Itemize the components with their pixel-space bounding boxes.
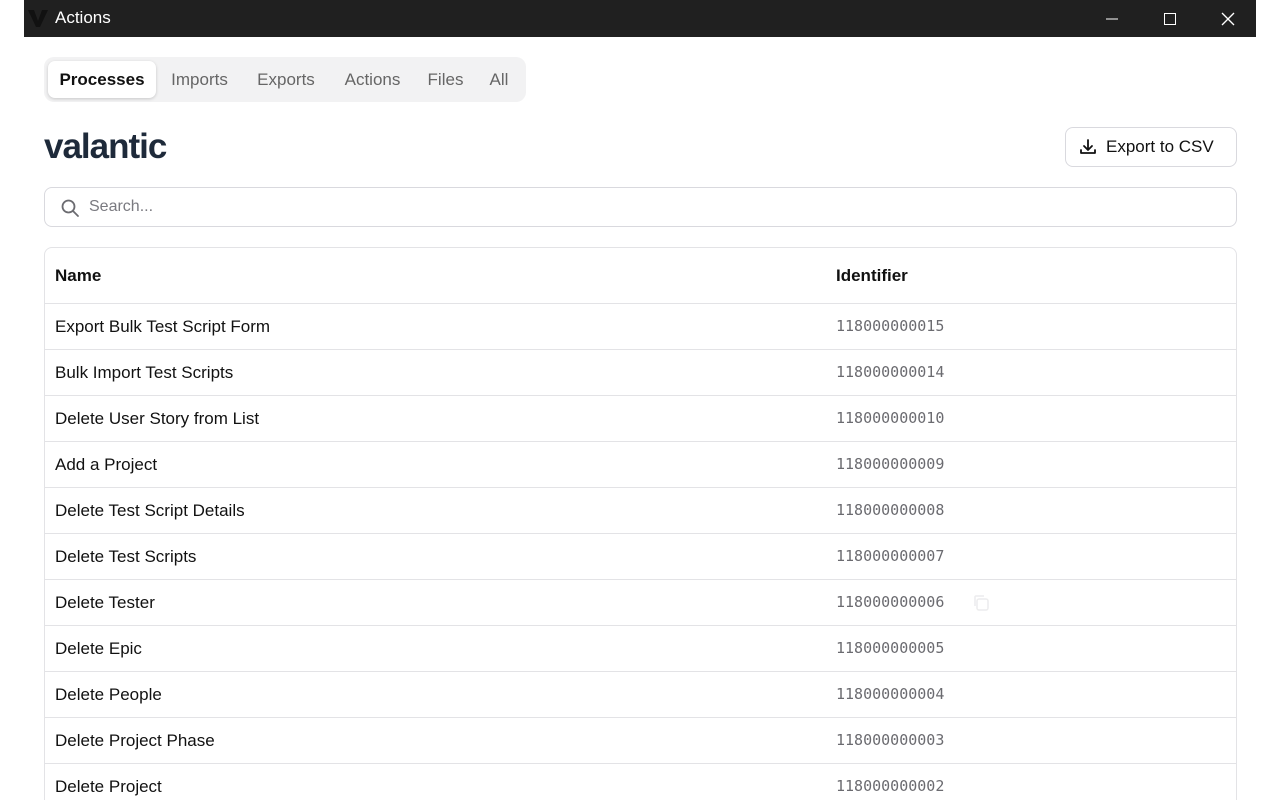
row-identifier: 118000000003: [836, 731, 945, 749]
row-identifier: 118000000002: [836, 777, 945, 795]
search-icon: [61, 199, 79, 217]
tab-exports[interactable]: Exports: [245, 61, 327, 98]
export-csv-button[interactable]: Export to CSV: [1065, 127, 1237, 167]
row-identifier: 118000000008: [836, 501, 945, 519]
table-row[interactable]: Delete Epic 118000000005: [45, 626, 1236, 672]
maximize-icon: [1164, 12, 1176, 25]
table-row[interactable]: Bulk Import Test Scripts 118000000014: [45, 350, 1236, 396]
table-row[interactable]: Delete Test Scripts 118000000007: [45, 534, 1236, 580]
row-identifier: 118000000014: [836, 363, 945, 381]
tab-actions[interactable]: Actions: [333, 61, 412, 98]
table-row[interactable]: Delete Test Script Details 118000000008: [45, 488, 1236, 534]
close-button[interactable]: [1199, 0, 1256, 37]
row-identifier: 118000000004: [836, 685, 945, 703]
minimize-icon: [1106, 18, 1118, 19]
valantic-v-logo: [28, 10, 48, 27]
tab-files[interactable]: Files: [418, 61, 473, 98]
close-icon: [1221, 12, 1235, 25]
tab-imports[interactable]: Imports: [160, 61, 239, 98]
table-row[interactable]: Delete Project Phase 118000000003: [45, 718, 1236, 764]
row-name: Export Bulk Test Script Form: [55, 317, 271, 336]
column-header-name: Name: [55, 266, 102, 285]
app-window: Actions Processes Imports Exports Action…: [24, 0, 1256, 800]
row-identifier: 118000000006: [836, 593, 945, 611]
title-bar: Actions: [24, 0, 1256, 37]
row-name: Delete Tester: [55, 593, 155, 612]
column-header-identifier: Identifier: [836, 266, 908, 285]
row-name: Add a Project: [55, 455, 158, 474]
table-row[interactable]: Export Bulk Test Script Form 11800000001…: [45, 304, 1236, 350]
row-name: Delete Epic: [55, 639, 142, 658]
export-csv-label: Export to CSV: [1106, 137, 1214, 156]
tab-processes[interactable]: Processes: [48, 61, 156, 98]
row-identifier: 118000000005: [836, 639, 945, 657]
tab-all[interactable]: All: [479, 61, 519, 98]
row-name: Delete Test Scripts: [55, 547, 197, 566]
brand-logo: valantic: [44, 127, 167, 166]
window-title: Actions: [55, 8, 111, 27]
search-input[interactable]: [89, 189, 1219, 225]
maximize-button[interactable]: [1141, 0, 1199, 37]
row-name: Delete Project Phase: [55, 731, 215, 750]
row-name: Bulk Import Test Scripts: [55, 363, 234, 382]
row-identifier: 118000000010: [836, 409, 945, 427]
row-name: Delete User Story from List: [55, 409, 260, 428]
minimize-button[interactable]: [1083, 0, 1141, 37]
table-row[interactable]: Delete Tester 118000000006: [45, 580, 1236, 626]
table-header: Name Identifier: [45, 248, 1236, 304]
row-identifier: 118000000009: [836, 455, 945, 473]
search-box: [44, 187, 1237, 227]
row-name: Delete Project: [55, 777, 162, 796]
row-identifier: 118000000007: [836, 547, 945, 565]
download-icon: [1080, 139, 1096, 154]
table-row[interactable]: Delete Project 118000000002: [45, 764, 1236, 800]
copy-icon[interactable]: [972, 594, 990, 612]
row-identifier: 118000000015: [836, 317, 945, 335]
row-name: Delete People: [55, 685, 162, 704]
row-name: Delete Test Script Details: [55, 501, 245, 520]
processes-table: Name Identifier Export Bulk Test Script …: [44, 247, 1237, 800]
main-content: Processes Imports Exports Actions Files …: [44, 37, 1237, 800]
table-row[interactable]: Delete People 118000000004: [45, 672, 1236, 718]
tab-bar: Processes Imports Exports Actions Files …: [44, 57, 526, 102]
table-row[interactable]: Delete User Story from List 118000000010: [45, 396, 1236, 442]
table-row[interactable]: Add a Project 118000000009: [45, 442, 1236, 488]
